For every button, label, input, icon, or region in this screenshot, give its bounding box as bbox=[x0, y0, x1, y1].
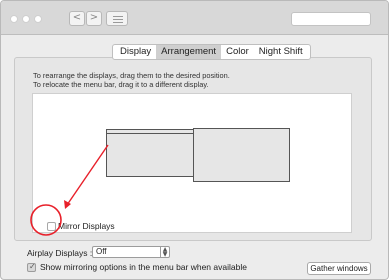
show-mirroring-options-checkbox[interactable]: ✓ bbox=[27, 262, 36, 272]
checkmark-icon: ✓ bbox=[29, 262, 36, 271]
airplay-select-value: Off bbox=[96, 247, 107, 256]
show-all-button[interactable] bbox=[106, 11, 128, 26]
tab-night-shift[interactable]: Night Shift bbox=[254, 45, 310, 59]
system-preferences-window: < > Display Arrangement Color Night Shif… bbox=[0, 0, 389, 280]
tab-display[interactable]: Display bbox=[113, 45, 156, 59]
back-button[interactable]: < bbox=[69, 11, 85, 26]
secondary-display[interactable] bbox=[193, 128, 290, 182]
minimize-window-button[interactable] bbox=[22, 15, 30, 23]
chevron-right-icon: > bbox=[89, 12, 99, 23]
close-window-button[interactable] bbox=[10, 15, 18, 23]
airplay-displays-label: Airplay Displays : bbox=[27, 248, 93, 258]
tab-color[interactable]: Color bbox=[221, 45, 254, 59]
forward-button[interactable]: > bbox=[86, 11, 102, 26]
title-bar: < > bbox=[1, 1, 388, 35]
chevron-left-icon: < bbox=[72, 12, 82, 23]
airplay-displays-select[interactable]: Off ▲ ▼ bbox=[92, 246, 170, 258]
tab-bar: Display Arrangement Color Night Shift bbox=[112, 44, 311, 60]
gather-windows-button[interactable]: Gather windows bbox=[307, 262, 371, 275]
up-down-arrows-icon: ▲ ▼ bbox=[160, 247, 169, 258]
instruction-menu-bar: To relocate the menu bar, drag it to a d… bbox=[33, 80, 209, 89]
tab-arrangement[interactable]: Arrangement bbox=[156, 45, 222, 59]
menu-bar-indicator[interactable] bbox=[107, 133, 193, 134]
show-mirroring-options-label: Show mirroring options in the menu bar w… bbox=[40, 262, 247, 272]
mirror-displays-label: Mirror Displays bbox=[58, 221, 115, 231]
instruction-rearrange: To rearrange the displays, drag them to … bbox=[33, 71, 230, 80]
mirror-displays-checkbox[interactable] bbox=[47, 222, 56, 231]
zoom-window-button[interactable] bbox=[34, 15, 42, 23]
search-field[interactable] bbox=[291, 12, 371, 26]
main-display[interactable] bbox=[106, 129, 194, 177]
